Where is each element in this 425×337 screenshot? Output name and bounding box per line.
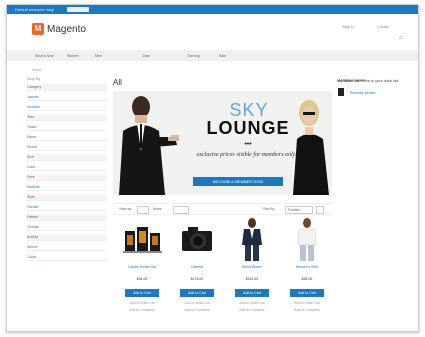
product-name[interactable]: Candle Holder Set — [119, 265, 165, 269]
recent-item-thumbnail[interactable] — [337, 87, 345, 97]
product-price: $275.00 — [190, 277, 204, 281]
limiter-select[interactable] — [173, 206, 189, 214]
items-label: Items — [153, 207, 162, 211]
add-to-wishlist-link[interactable]: Add to Wish List — [119, 301, 165, 305]
view-as-label: View as — [119, 207, 132, 211]
nav-item-4[interactable]: Training — [187, 54, 200, 58]
sidebar-item[interactable]: Category — [27, 84, 107, 91]
banner-lounge-text: LOUNGE — [206, 118, 290, 138]
nav-item-1[interactable]: Women — [67, 54, 79, 58]
main-navigation: What's New Women Men Gear Training Sale — [7, 50, 418, 61]
sidebar-item[interactable]: Price — [27, 174, 107, 181]
top-bar: Default welcome msg! — [7, 5, 418, 14]
sidebar-item[interactable]: Activity — [27, 234, 107, 241]
camera-image — [182, 227, 212, 251]
sort-direction-arrow-icon[interactable] — [316, 206, 324, 214]
recent-item-link[interactable]: Recently viewed — [350, 91, 375, 95]
add-to-cart-button[interactable]: Add to Cart — [290, 289, 324, 297]
sidebar-item[interactable]: Hoodies — [27, 104, 107, 111]
wishlist-empty-text: You have no items in your wish list. — [337, 78, 400, 83]
nav-item-3[interactable]: Gear — [142, 54, 150, 58]
products-toolbar: View as Items Sort By Position — [113, 203, 332, 215]
sidebar-item[interactable]: Sleeve — [27, 244, 107, 251]
sidebar-item[interactable]: Style — [27, 194, 107, 201]
sidebar-item[interactable]: Size — [27, 154, 107, 161]
breadcrumb[interactable]: Home — [32, 68, 41, 72]
add-to-compare-link[interactable]: Add to Compare — [174, 308, 220, 312]
sort-select[interactable]: Position — [285, 206, 313, 214]
grid-view-toggle[interactable] — [137, 206, 149, 214]
sidebar-item[interactable]: Collar — [27, 254, 107, 261]
add-to-wishlist-link[interactable]: Add to Wish List — [284, 301, 330, 305]
product-price: $110.00 — [245, 277, 259, 281]
blazer-man-image — [242, 218, 262, 261]
sidebar-item[interactable]: Jackets — [27, 94, 107, 101]
shirt-woman-image — [297, 218, 317, 261]
product-name[interactable]: Camera — [174, 265, 220, 269]
sign-in-link[interactable]: Sign In — [342, 24, 354, 29]
woman-figure-image — [293, 100, 329, 195]
add-to-wishlist-link[interactable]: Add to Wish List — [174, 301, 220, 305]
browser-page: Default welcome msg! M Magento Sign In C… — [6, 4, 419, 332]
add-to-compare-link[interactable]: Add to Compare — [284, 308, 330, 312]
sidebar-item[interactable]: Gender — [27, 204, 107, 211]
sidebar-item[interactable]: Tees — [27, 114, 107, 121]
product-name[interactable]: Women's Shirt — [284, 265, 330, 269]
welcome-message: Default welcome msg! — [15, 7, 55, 12]
logo-text: Magento — [47, 23, 86, 35]
promo-banner[interactable]: SKY LOUNGE ••• exclusive prices visible … — [113, 91, 332, 195]
banner-dots: ••• — [244, 141, 252, 148]
create-account-link[interactable]: Create — [377, 24, 389, 29]
product-grid: Candle Holder Set $34.00 Add to Cart Add… — [113, 217, 332, 327]
sidebar-item[interactable]: Pants — [27, 134, 107, 141]
nav-item-5[interactable]: Sale — [219, 54, 226, 58]
add-to-cart-button[interactable]: Add to Cart — [235, 289, 269, 297]
add-to-wishlist-link[interactable]: Add to Wish List — [229, 301, 275, 305]
nav-item-0[interactable]: What's New — [35, 54, 54, 58]
sidebar-item[interactable]: Material — [27, 184, 107, 191]
add-to-cart-button[interactable]: Add to Cart — [180, 289, 214, 297]
logo[interactable]: M Magento — [32, 23, 86, 35]
top-bar-pill[interactable] — [67, 7, 89, 12]
product-price: $34.00 — [136, 277, 148, 281]
become-member-button[interactable]: BECOME A MEMBER NOW — [193, 177, 283, 186]
page-title: All — [113, 78, 122, 87]
nav-item-2[interactable]: Men — [95, 54, 102, 58]
product-price: $45.00 — [301, 277, 313, 281]
sidebar-item[interactable]: Shorts — [27, 144, 107, 151]
add-to-compare-link[interactable]: Add to Compare — [229, 308, 275, 312]
sort-by-label: Sort By — [263, 207, 275, 211]
sidebar-item[interactable]: Tanks — [27, 124, 107, 131]
sidebar-item[interactable]: Color — [27, 164, 107, 171]
cart-icon[interactable]: ⌂ — [399, 35, 403, 41]
sidebar-item[interactable]: Climate — [27, 224, 107, 231]
man-figure-image — [119, 96, 179, 195]
sidebar-item[interactable]: Pattern — [27, 214, 107, 221]
add-to-cart-button[interactable]: Add to Cart — [125, 289, 159, 297]
sort-select-value: Position — [288, 208, 301, 212]
banner-exclusive-text: exclusive prices visible for members onl… — [196, 152, 296, 158]
candle-holders-image — [123, 227, 162, 253]
magento-logo-icon: M — [32, 23, 44, 35]
add-to-compare-link[interactable]: Add to Compare — [119, 308, 165, 312]
sidebar: Shop By Category Jackets Hoodies Tees Ta… — [27, 77, 107, 264]
sidebar-title: Shop By — [27, 77, 41, 81]
product-name[interactable]: Men's Blazer — [229, 265, 275, 269]
